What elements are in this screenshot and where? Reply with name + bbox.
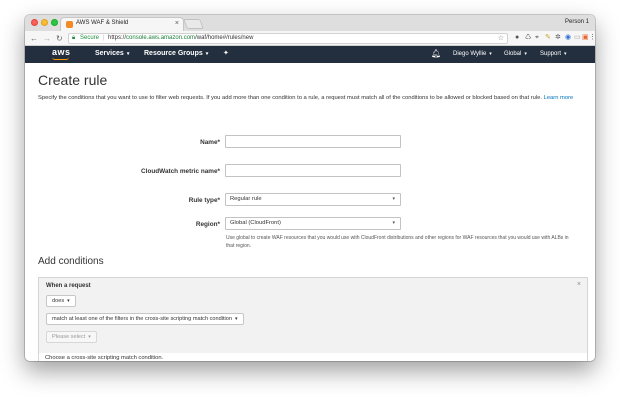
rule-type-value: Regular rule <box>230 196 262 202</box>
match-type-dropdown[interactable]: match at least one of the filters in the… <box>46 313 244 325</box>
url-host: console.aws.amazon.com <box>126 35 196 41</box>
secure-label: Secure <box>80 35 100 41</box>
resource-groups-label: Resource Groups <box>144 50 203 57</box>
intro-text: Specify the conditions that you want to … <box>38 94 584 103</box>
extension-icon[interactable]: ✲ <box>555 34 561 42</box>
chevron-down-icon: ▾ <box>564 51 567 57</box>
region-menu[interactable]: Global ▾ <box>504 51 527 57</box>
learn-more-link[interactable]: Learn more <box>544 95 574 101</box>
intro-body: Specify the conditions that you want to … <box>38 95 542 101</box>
menu-icon[interactable]: ⋮ <box>589 34 595 42</box>
url-path: /waf/home#/rules/new <box>195 35 254 41</box>
chevron-down-icon: ▾ <box>235 316 238 322</box>
user-menu[interactable]: Diego Wyllie ▾ <box>453 51 492 57</box>
close-icon[interactable]: × <box>577 281 581 288</box>
does-value: does <box>52 298 65 304</box>
region-help-text: Use global to create WAF resources that … <box>226 235 569 249</box>
when-request-label: When a request <box>46 283 91 289</box>
does-dropdown[interactable]: does ▾ <box>46 295 76 307</box>
aws-navbar: aws Services ▾ Resource Groups ▾ ✦ 🔔︎ Dieg… <box>25 46 595 63</box>
chevron-down-icon: ▾ <box>524 51 527 57</box>
browser-window: AWS WAF & Shield × Person 1 ← → ↻ 🔒︎ Sec… <box>25 15 595 361</box>
tab-close-icon[interactable]: × <box>175 19 179 29</box>
support-menu[interactable]: Support ▾ <box>540 51 567 57</box>
chevron-down-icon: ▾ <box>392 196 395 202</box>
chevron-down-icon: ▾ <box>489 51 492 57</box>
region-label: Region* <box>195 221 220 228</box>
name-field[interactable] <box>225 135 401 148</box>
extension-icon[interactable]: ● <box>515 34 519 42</box>
chevron-down-icon: ▾ <box>392 220 395 226</box>
back-arrow-icon[interactable]: ← <box>30 34 38 43</box>
url-separator: | <box>103 35 105 41</box>
window-close-button[interactable] <box>31 19 38 26</box>
window-maximize-button[interactable] <box>51 19 58 26</box>
condition-panel: When a request × does ▾ match at least on… <box>38 277 588 355</box>
chevron-down-icon: ▾ <box>88 334 91 340</box>
reload-icon[interactable]: ↻ <box>56 34 63 43</box>
browser-toolbar: ← → ↻ 🔒︎ Secure | https://console.aws.am… <box>25 31 595 46</box>
address-bar[interactable]: 🔒︎ Secure | https://console.aws.amazon.c… <box>68 33 508 44</box>
main-content: Create rule Specify the conditions that … <box>25 63 595 361</box>
window-minimize-button[interactable] <box>41 19 48 26</box>
forward-arrow-icon[interactable]: → <box>43 34 51 43</box>
extension-icon[interactable]: ◉ <box>565 34 571 42</box>
metric-name-label: CloudWatch metric name* <box>141 168 220 175</box>
profile-name[interactable]: Person 1 <box>565 19 589 25</box>
region-value: Global (CloudFront) <box>230 220 281 226</box>
chevron-down-icon: ▾ <box>126 51 130 57</box>
page-title: Create rule <box>38 72 108 88</box>
user-name: Diego Wyllie <box>453 51 487 57</box>
services-menu[interactable]: Services ▾ <box>95 50 129 57</box>
support-label: Support <box>540 51 562 57</box>
services-label: Services <box>95 50 124 57</box>
rule-type-label: Rule type* <box>188 197 220 204</box>
match-type-value: match at least one of the filters in the… <box>52 316 233 322</box>
bell-icon[interactable]: 🔔︎ <box>431 49 441 58</box>
extension-icon[interactable]: ♺ <box>525 34 531 42</box>
url-prefix: https:// <box>108 35 127 41</box>
extension-icon[interactable]: ⌖ <box>535 34 539 42</box>
chevron-down-icon: ▾ <box>205 51 209 57</box>
metric-name-field[interactable] <box>225 164 401 177</box>
extension-icon[interactable]: ▣ <box>582 34 589 42</box>
chevron-down-icon: ▾ <box>67 298 70 304</box>
new-tab-button[interactable] <box>183 19 204 29</box>
name-label: Name* <box>200 139 220 146</box>
extension-icon[interactable]: ▭ <box>574 34 581 42</box>
star-icon[interactable]: ☆ <box>498 34 504 42</box>
resource-groups-menu[interactable]: Resource Groups ▾ <box>144 50 208 57</box>
rule-type-select[interactable]: Regular rule ▾ <box>225 193 401 206</box>
tab-title: AWS WAF & Shield <box>76 20 129 26</box>
condition-select[interactable]: Please select ▾ <box>46 331 97 343</box>
browser-tab[interactable]: AWS WAF & Shield × <box>60 17 184 31</box>
region-select[interactable]: Global (CloudFront) ▾ <box>225 217 401 230</box>
region-label: Global <box>504 51 522 57</box>
lock-icon: 🔒︎ <box>72 35 76 41</box>
add-conditions-heading: Add conditions <box>38 256 104 267</box>
url-text: https://console.aws.amazon.com/waf/home#… <box>108 35 253 41</box>
aws-favicon-icon <box>66 21 73 28</box>
condition-select-placeholder: Please select <box>52 334 86 340</box>
condition-footer: Choose a cross-site scripting match cond… <box>38 353 588 361</box>
aws-smile-icon <box>52 57 69 60</box>
tab-strip: AWS WAF & Shield × Person 1 <box>25 15 595 31</box>
aws-logo[interactable]: aws <box>52 47 71 57</box>
extension-icon[interactable]: ✎ <box>545 34 551 42</box>
pin-icon[interactable]: ✦ <box>223 49 229 57</box>
